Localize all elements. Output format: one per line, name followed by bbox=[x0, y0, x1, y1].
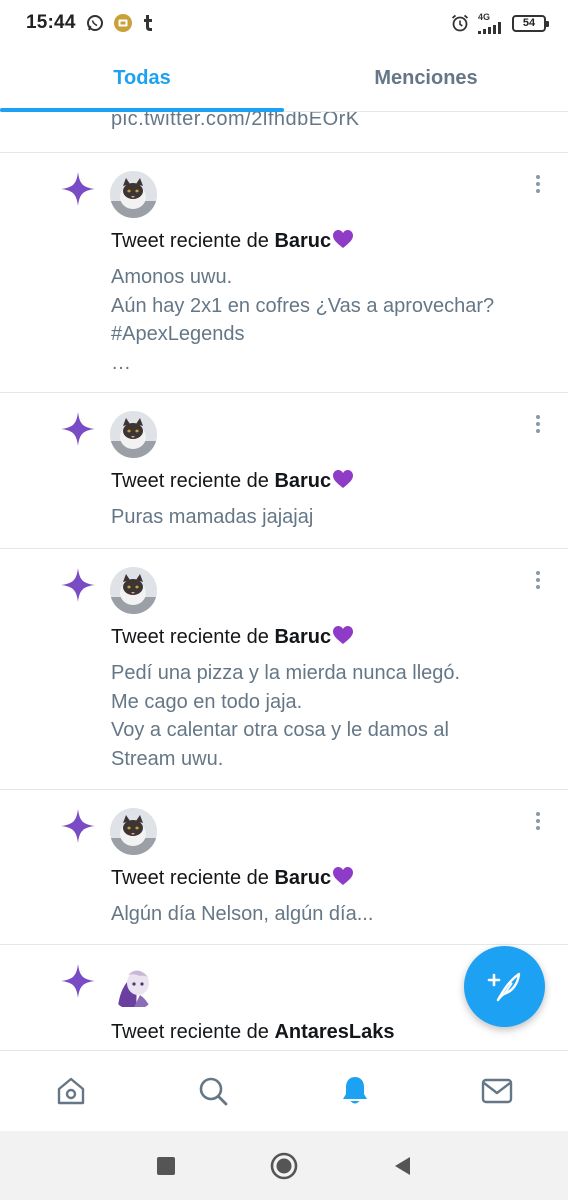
sparkle-icon bbox=[61, 964, 95, 998]
sparkle-icon bbox=[61, 172, 95, 206]
more-options-icon[interactable] bbox=[530, 413, 546, 435]
notification-tabs: Todas Menciones bbox=[0, 46, 568, 112]
back-triangle-icon bbox=[395, 1156, 410, 1175]
compose-tweet-button[interactable] bbox=[464, 946, 545, 1027]
more-options-icon[interactable] bbox=[530, 810, 546, 832]
title-prefix: Tweet reciente de bbox=[111, 626, 275, 648]
notifications-feed[interactable]: pic.twitter.com/2lfhdbEOrK Tweet recient… bbox=[0, 112, 568, 1050]
sparkle-icon bbox=[61, 412, 95, 446]
notifications-bell-icon bbox=[343, 1077, 367, 1104]
tweet-text: Amonos uwu. Aún hay 2x1 en cofres ¿Vas a… bbox=[111, 266, 495, 374]
home-icon bbox=[57, 1077, 85, 1105]
tweet-text: Pedí una pizza y la mierda nunca llegó. … bbox=[111, 662, 461, 770]
messages-envelope-icon bbox=[481, 1078, 513, 1104]
user-name[interactable]: Baruc bbox=[274, 230, 331, 252]
tweet-text: Algún día Nelson, algún día... bbox=[111, 903, 374, 925]
purple-heart-icon bbox=[333, 867, 354, 885]
sparkle-icon bbox=[61, 568, 95, 602]
back-button[interactable] bbox=[343, 1136, 461, 1196]
sparkle-icon bbox=[61, 809, 95, 843]
notification-item[interactable]: Tweet reciente de Baruc Algún día Nelson… bbox=[0, 790, 568, 945]
notification-title: Tweet reciente de Baruc bbox=[111, 229, 354, 253]
more-options-icon[interactable] bbox=[530, 569, 546, 591]
avatar[interactable] bbox=[110, 411, 157, 458]
title-prefix: Tweet reciente de bbox=[111, 867, 275, 889]
purple-heart-icon bbox=[333, 470, 354, 488]
search-icon bbox=[199, 1077, 228, 1106]
tumblr-icon bbox=[142, 14, 154, 32]
system-home-button[interactable] bbox=[225, 1136, 343, 1196]
recents-button[interactable] bbox=[107, 1136, 225, 1196]
avatar[interactable] bbox=[110, 963, 157, 1010]
bottom-navigation bbox=[0, 1050, 568, 1131]
nav-notifications[interactable] bbox=[284, 1051, 426, 1131]
user-name[interactable]: Baruc bbox=[274, 626, 331, 648]
whatsapp-icon bbox=[86, 14, 104, 32]
alarm-icon bbox=[450, 13, 470, 33]
status-notification-icons bbox=[86, 13, 154, 33]
network-type: 4G bbox=[478, 11, 491, 22]
status-time: 15:44 bbox=[26, 12, 76, 33]
nav-messages[interactable] bbox=[426, 1051, 568, 1131]
notification-title: Tweet reciente de AntaresLaks bbox=[111, 1021, 395, 1044]
title-prefix: Tweet reciente de bbox=[111, 230, 275, 252]
purple-heart-icon bbox=[333, 626, 354, 644]
tab-menciones[interactable]: Menciones bbox=[284, 46, 568, 111]
recents-square-icon bbox=[157, 1156, 175, 1175]
signal-icon: 4G bbox=[478, 11, 504, 34]
media-icon bbox=[113, 13, 133, 33]
title-prefix: Tweet reciente de bbox=[111, 1021, 275, 1043]
system-navigation-bar bbox=[0, 1131, 568, 1200]
home-circle-icon bbox=[270, 1152, 298, 1179]
compose-tweet-icon bbox=[487, 972, 520, 1001]
avatar[interactable] bbox=[110, 171, 157, 218]
notification-item[interactable]: Tweet reciente de Baruc Pedí una pizza y… bbox=[0, 549, 568, 790]
tweet-text: Puras mamadas jajajaj bbox=[111, 506, 314, 528]
user-name[interactable]: AntaresLaks bbox=[274, 1021, 394, 1043]
avatar[interactable] bbox=[110, 808, 157, 855]
nav-search[interactable] bbox=[142, 1051, 284, 1131]
battery-icon: 54 bbox=[512, 14, 549, 32]
notification-title: Tweet reciente de Baruc bbox=[111, 469, 354, 493]
status-bar: 15:44 4G 54 bbox=[0, 0, 568, 46]
avatar[interactable] bbox=[110, 567, 157, 614]
partial-notification[interactable]: pic.twitter.com/2lfhdbEOrK bbox=[0, 112, 568, 153]
purple-heart-icon bbox=[333, 230, 354, 248]
tweet-media-link[interactable]: pic.twitter.com/2lfhdbEOrK bbox=[111, 112, 360, 131]
more-options-icon[interactable] bbox=[530, 173, 546, 195]
notification-title: Tweet reciente de Baruc bbox=[111, 866, 354, 890]
notification-item[interactable]: Tweet reciente de Baruc Puras mamadas ja… bbox=[0, 393, 568, 549]
title-prefix: Tweet reciente de bbox=[111, 470, 275, 492]
tab-todas[interactable]: Todas bbox=[0, 46, 284, 111]
notification-item[interactable]: Tweet reciente de Baruc Amonos uwu. Aún … bbox=[0, 153, 568, 393]
user-name[interactable]: Baruc bbox=[274, 867, 331, 889]
notification-title: Tweet reciente de Baruc bbox=[111, 625, 354, 649]
status-system-icons: 4G 54 bbox=[450, 11, 549, 34]
user-name[interactable]: Baruc bbox=[274, 470, 331, 492]
nav-home[interactable] bbox=[0, 1051, 142, 1131]
